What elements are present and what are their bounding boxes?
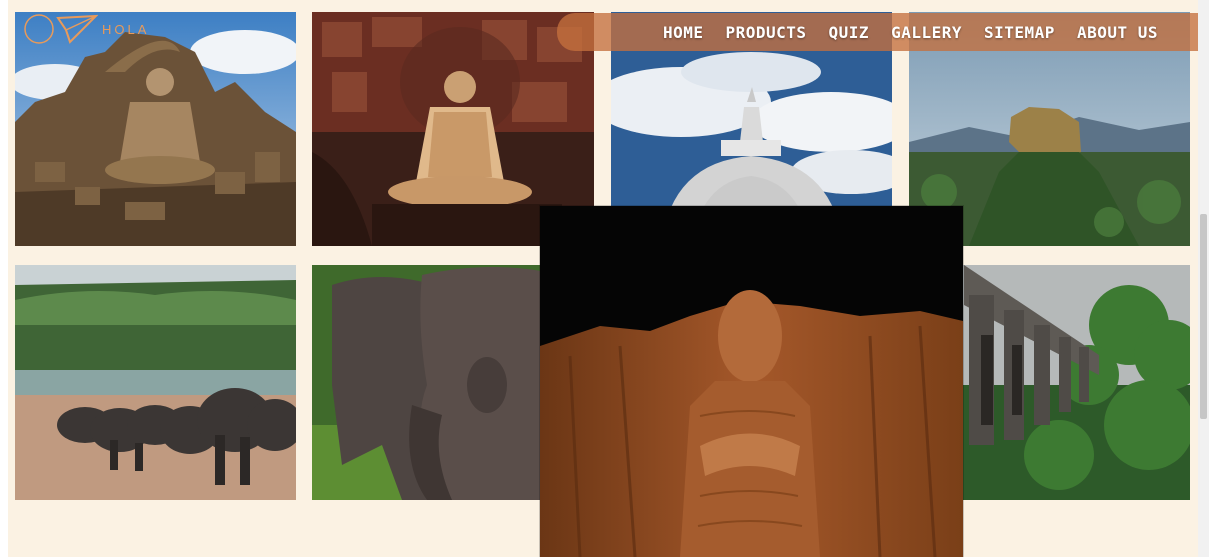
featured-image-standing-buddha[interactable] bbox=[540, 206, 963, 557]
nav-links: HOME PRODUCTS QUIZ GALLERY SITEMAP ABOUT… bbox=[663, 13, 1158, 51]
top-navbar: HOME PRODUCTS QUIZ GALLERY SITEMAP ABOUT… bbox=[557, 13, 1198, 51]
nav-link-products[interactable]: PRODUCTS bbox=[725, 23, 806, 42]
nav-link-quiz[interactable]: QUIZ bbox=[829, 23, 870, 42]
nav-link-about-us[interactable]: ABOUT US bbox=[1077, 23, 1158, 42]
buddha-ruins-image bbox=[15, 12, 296, 246]
site-logo[interactable]: HOLA bbox=[22, 12, 149, 46]
nav-link-home[interactable]: HOME bbox=[663, 23, 704, 42]
page-scrollbar[interactable] bbox=[1198, 0, 1209, 557]
nav-link-gallery[interactable]: GALLERY bbox=[891, 23, 962, 42]
elephant-herd-image bbox=[15, 265, 296, 500]
nav-link-sitemap[interactable]: SITEMAP bbox=[984, 23, 1055, 42]
gallery-image-elephant-herd[interactable] bbox=[15, 265, 296, 500]
paper-plane-icon bbox=[24, 14, 98, 44]
scroll-thumb[interactable] bbox=[1200, 214, 1207, 419]
standing-buddha-image bbox=[540, 206, 963, 557]
gallery-image-buddha-ruins[interactable] bbox=[15, 12, 296, 246]
logo-text: HOLA bbox=[102, 21, 150, 37]
